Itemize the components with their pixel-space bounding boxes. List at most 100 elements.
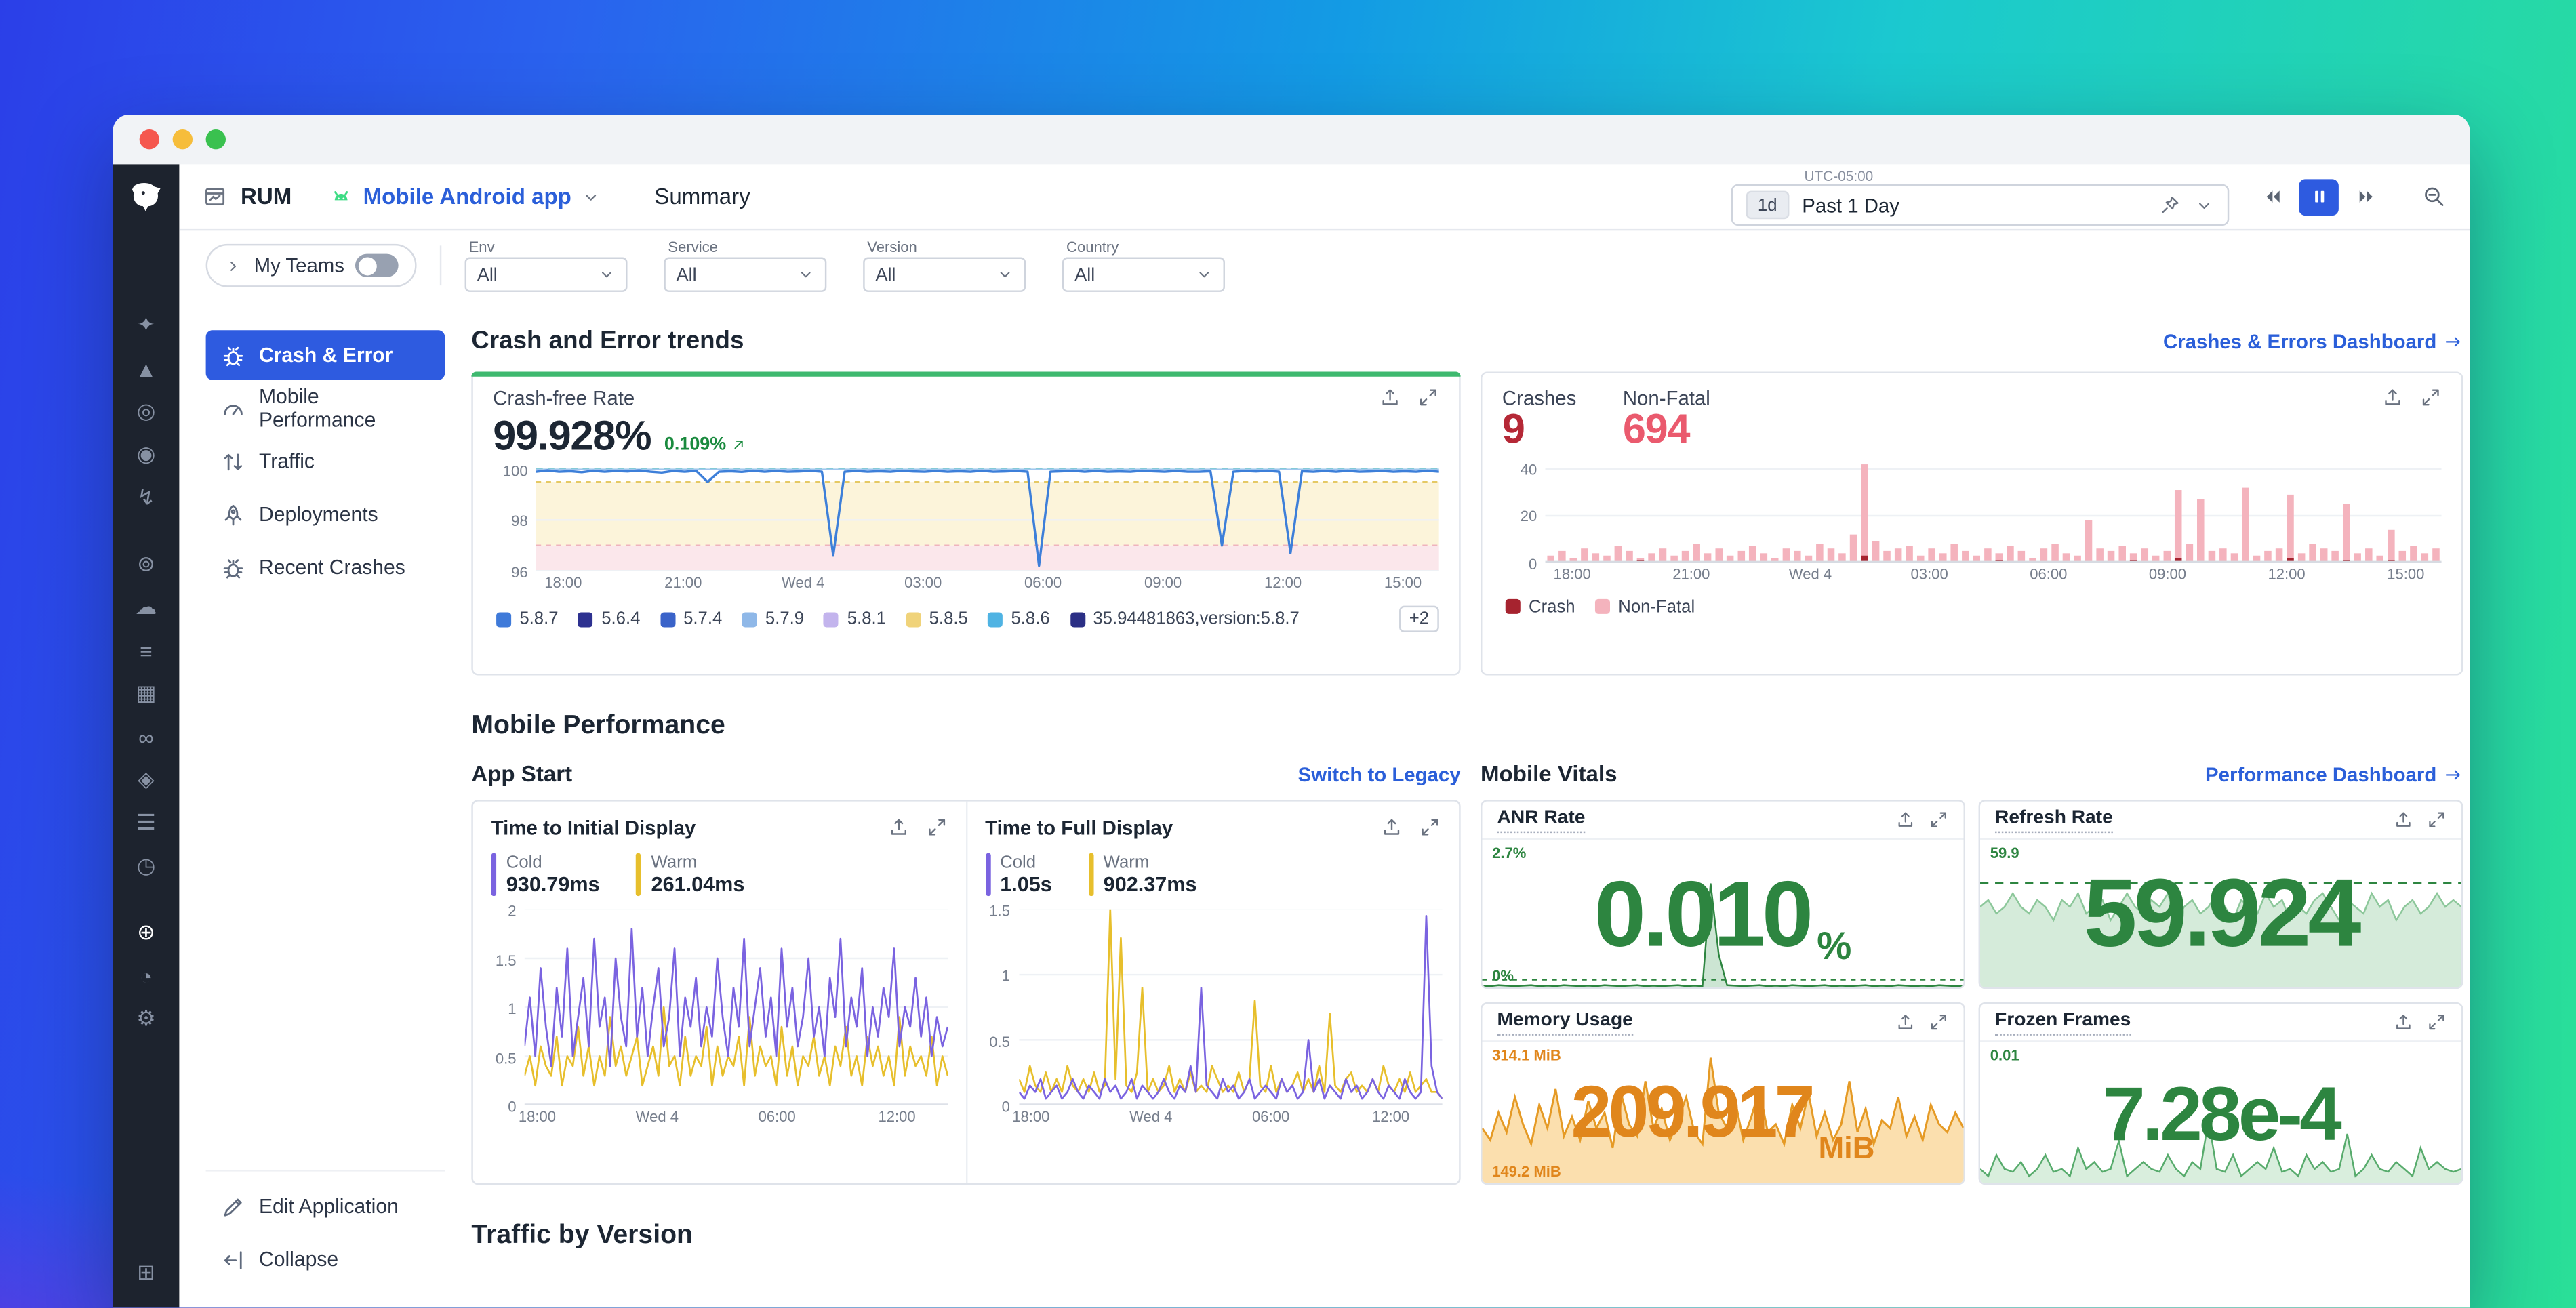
tile-title[interactable]: Memory Usage <box>1497 1009 1633 1035</box>
scrub-forward-button[interactable] <box>2346 178 2386 215</box>
export-icon[interactable] <box>1381 817 1403 838</box>
apm-icon[interactable]: ⊚ <box>125 543 168 586</box>
legend-item[interactable]: 5.8.5 <box>906 609 967 629</box>
tile-title[interactable]: ANR Rate <box>1497 807 1586 833</box>
legend-overflow-chip[interactable]: +2 <box>1399 606 1439 632</box>
legend-item[interactable]: 5.6.4 <box>578 609 640 629</box>
datadog-logo[interactable] <box>126 178 166 218</box>
sidebar-item-edit-application[interactable]: Edit Application <box>206 1181 445 1231</box>
filter-country: CountryAll <box>1063 239 1226 292</box>
processes-icon[interactable]: ☰ <box>125 802 168 845</box>
ttfd-warm-stat: Warm902.37ms <box>1089 853 1197 897</box>
legend-item[interactable]: 35.94481863,version:5.8.7 <box>1070 609 1300 629</box>
legend-item[interactable]: 5.8.6 <box>988 609 1049 629</box>
export-icon[interactable] <box>2394 1013 2413 1032</box>
export-icon[interactable] <box>1895 1013 1915 1032</box>
events-icon[interactable]: ↯ <box>125 476 168 520</box>
legend-item[interactable]: Non-Fatal <box>1595 596 1695 616</box>
legend-item[interactable]: 5.7.4 <box>660 609 722 629</box>
settings-icon[interactable]: ⚙ <box>125 998 168 1041</box>
scrub-backward-button[interactable] <box>2253 178 2293 215</box>
ttid-chart[interactable] <box>525 910 947 1105</box>
watchdog-icon[interactable]: ◎ <box>125 390 168 433</box>
application-name[interactable]: Mobile Android app <box>363 184 571 209</box>
logs-icon[interactable]: ≡ <box>125 629 168 672</box>
monitors-icon[interactable]: ◉ <box>125 433 168 476</box>
x-axis-tick: 21:00 <box>1672 565 1710 581</box>
crashes-chart[interactable] <box>1546 459 2442 562</box>
export-icon[interactable] <box>2394 810 2413 830</box>
ttfd-chart[interactable] <box>1018 910 1441 1105</box>
legend-item[interactable]: Crash <box>1506 596 1575 616</box>
legend-swatch <box>660 611 675 626</box>
chevron-down-icon[interactable] <box>2194 195 2214 215</box>
expand-icon[interactable] <box>1929 810 1948 830</box>
expand-icon[interactable] <box>1929 1013 1948 1032</box>
metrics-icon[interactable]: ▲ <box>125 347 168 390</box>
crash-free-chart[interactable] <box>536 468 1439 571</box>
minimize-window-button[interactable] <box>173 129 193 149</box>
crashes-errors-dashboard-link[interactable]: Crashes & Errors Dashboard <box>2163 329 2463 352</box>
filter-select-country[interactable]: All <box>1063 258 1226 292</box>
pause-live-button[interactable] <box>2299 178 2339 215</box>
favorites-icon[interactable]: ✦ <box>125 304 168 347</box>
crash-free-rate-card: Crash-free Rate 99.928% 0.109 <box>471 371 1460 675</box>
expand-icon[interactable] <box>2427 810 2447 830</box>
tile-title[interactable]: Frozen Frames <box>1995 1009 2131 1035</box>
performance-dashboard-link[interactable]: Performance Dashboard <box>2205 762 2463 785</box>
legend-item[interactable]: 5.8.1 <box>824 609 886 629</box>
sidebar-item-collapse[interactable]: Collapse <box>206 1235 445 1284</box>
y-axis-tick: 2 <box>508 903 516 919</box>
time-range-control[interactable]: UTC-05:00 1d Past 1 Day <box>1731 167 2230 226</box>
legend-item[interactable]: 5.7.9 <box>742 609 804 629</box>
export-icon[interactable] <box>2382 386 2404 408</box>
collapse-icon <box>221 1247 246 1272</box>
sidebar-item-crash-error[interactable]: Crash & Error <box>206 330 445 380</box>
x-axis-tick: 06:00 <box>2030 565 2067 581</box>
sidebar-item-recent-crashes[interactable]: Recent Crashes <box>206 543 445 592</box>
expand-icon[interactable] <box>1419 817 1441 838</box>
filter-value: All <box>677 265 697 285</box>
sidebar-item-traffic[interactable]: Traffic <box>206 436 445 486</box>
rum-icon[interactable]: ⊕ <box>125 911 168 954</box>
my-teams-toggle[interactable] <box>356 254 399 277</box>
my-teams-filter[interactable]: My Teams <box>206 244 418 287</box>
close-window-button[interactable] <box>140 129 159 149</box>
filter-select-env[interactable]: All <box>466 258 628 292</box>
tile-title[interactable]: Refresh Rate <box>1995 807 2113 833</box>
export-icon[interactable] <box>1895 810 1915 830</box>
expand-icon[interactable] <box>1417 386 1439 408</box>
infrastructure-icon[interactable]: ☁ <box>125 586 168 629</box>
legend-item[interactable]: 5.8.7 <box>496 609 558 629</box>
export-icon[interactable] <box>887 817 909 838</box>
min-value-label: 149.2 MiB <box>1492 1163 1561 1179</box>
synthetics-icon[interactable]: ◷ <box>125 844 168 888</box>
sidebar-item-mobile-performance[interactable]: Mobile Performance <box>206 384 445 433</box>
filter-value: All <box>875 265 895 285</box>
ttid-cold-stat: Cold930.79ms <box>491 853 600 897</box>
profiling-icon[interactable]: ◔ <box>125 954 168 998</box>
range-chip[interactable]: 1d <box>1746 191 1789 220</box>
arrow-right-icon <box>2443 331 2463 350</box>
filter-select-version[interactable]: All <box>864 258 1026 292</box>
expand-icon[interactable] <box>925 817 947 838</box>
zoom-out-icon[interactable] <box>2421 184 2447 209</box>
security-icon[interactable]: ◈ <box>125 758 168 802</box>
ci-icon[interactable]: ∞ <box>125 715 168 758</box>
fullscreen-window-button[interactable] <box>206 129 226 149</box>
filter-select-service[interactable]: All <box>665 258 828 292</box>
y-axis-tick: 0.5 <box>989 1034 1010 1050</box>
expand-icon[interactable] <box>2427 1013 2447 1032</box>
expand-icon[interactable] <box>2420 386 2442 408</box>
sidebar-item-deployments[interactable]: Deployments <box>206 489 445 539</box>
anr-value: 0.010% <box>1482 840 1963 987</box>
apps-grid-icon[interactable]: ⊞ <box>125 1251 168 1294</box>
pin-icon[interactable] <box>2159 194 2181 216</box>
application-selector[interactable]: Mobile Android app <box>328 184 601 209</box>
y-axis: 1.510.50 <box>985 910 1018 1105</box>
time-range-box[interactable]: 1d Past 1 Day <box>1731 184 2230 226</box>
export-icon[interactable] <box>1380 386 1401 408</box>
switch-to-legacy-link[interactable]: Switch to Legacy <box>1298 762 1461 785</box>
dashboards-icon[interactable]: ▦ <box>125 672 168 716</box>
link-label: Performance Dashboard <box>2205 762 2436 785</box>
